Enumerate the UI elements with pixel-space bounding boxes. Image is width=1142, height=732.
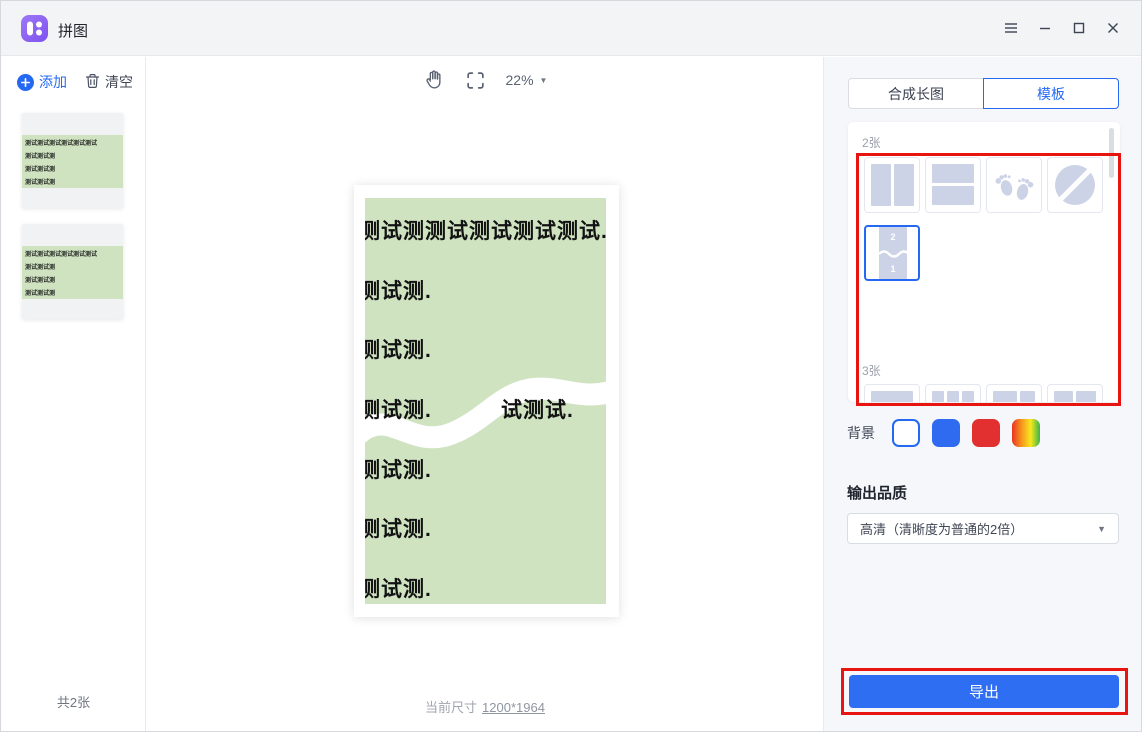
thumb-text-line: 测试测试测 — [25, 262, 55, 271]
background-color-row: 背景 — [847, 419, 1052, 447]
circle-split-icon — [1048, 158, 1102, 212]
quality-dropdown[interactable]: 高清（清晰度为普通的2倍） ▼ — [847, 513, 1119, 544]
canvas-toolbar: 22% ▼ — [147, 69, 823, 91]
app-title: 拼图 — [58, 20, 88, 41]
image-list-sidebar: 添加 清空 测试测试测试测试测试测试 测试测试测 测试测试测 测试测试测 测试测… — [1, 57, 146, 732]
fit-view-button[interactable] — [465, 70, 486, 91]
maximize-button[interactable] — [1065, 14, 1093, 42]
app-logo-icon — [21, 15, 48, 42]
template-3-rows[interactable] — [864, 384, 920, 402]
thumb-text-line: 测试测试测试测试测试测试 — [25, 138, 97, 147]
chevron-down-icon: ▼ — [1097, 524, 1106, 534]
template-slot-number: 2 — [879, 232, 907, 242]
footprints-icon — [987, 158, 1041, 212]
template-list: 2张 — [848, 122, 1120, 402]
group-label-3: 3张 — [862, 362, 881, 379]
template-slot-number: 1 — [879, 264, 907, 274]
maximize-icon — [1071, 20, 1087, 36]
zoom-level-value: 22% — [506, 72, 534, 88]
size-value-link[interactable]: 1200*1964 — [482, 700, 545, 715]
minimize-button[interactable] — [1031, 14, 1059, 42]
app-window: 拼图 添加 — [0, 0, 1142, 732]
preview-image-area: 测试测测试测试测试测试. 测试测. 测试测. 测试测. 测试测. 测试测. 测试… — [365, 198, 606, 604]
template-3-columns[interactable] — [925, 384, 981, 402]
group-label-2: 2张 — [862, 134, 881, 151]
chevron-down-icon: ▼ — [540, 76, 548, 85]
tab-template[interactable]: 模板 — [983, 78, 1119, 109]
template-scrollbar[interactable] — [1109, 128, 1114, 178]
thumb-text-line: 测试测试测 — [25, 177, 55, 186]
thumb-text-line: 测试测试测试测试测试测试 — [25, 249, 97, 258]
thumbnail-1-content: 测试测试测试测试测试测试 测试测试测 测试测试测 测试测试测 — [22, 135, 123, 188]
window-controls — [997, 14, 1127, 42]
bg-color-rainbow[interactable] — [1012, 419, 1040, 447]
template-2-vertical-split[interactable] — [864, 157, 920, 213]
preview-text-line: 测试测. — [365, 275, 432, 305]
add-label: 添加 — [39, 72, 67, 92]
export-button[interactable]: 导出 — [849, 675, 1119, 708]
selected-template-strip: 2 1 — [879, 227, 907, 279]
canvas-statusbar: 当前尺寸 1200*1964 — [147, 697, 823, 716]
preview-text-fragment: 试测试. — [501, 394, 574, 424]
thumb-text-line: 测试测试测 — [25, 164, 55, 173]
quality-heading: 输出品质 — [847, 482, 907, 503]
thumb-text-line: 测试测试测 — [25, 288, 55, 297]
zoom-level-dropdown[interactable]: 22% ▼ — [506, 72, 548, 88]
collage-preview[interactable]: 测试测测试测试测试测试. 测试测. 测试测. 测试测. 测试测. 测试测. 测试… — [354, 185, 619, 617]
bg-color-white-selected[interactable] — [892, 419, 920, 447]
preview-text-line: 测试测. — [365, 394, 432, 424]
template-2-horizontal-split[interactable] — [925, 157, 981, 213]
add-image-button[interactable]: 添加 — [17, 72, 67, 92]
minimize-icon — [1037, 20, 1053, 36]
background-label: 背景 — [847, 423, 875, 443]
thumbnail-image-1[interactable]: 测试测试测试测试测试测试 测试测试测 测试测试测 测试测试测 — [22, 113, 123, 208]
thumb-text-line: 测试测试测 — [25, 151, 55, 160]
canvas-area: 22% ▼ 测试测测试测试测试测试. 测试测. 测试测. 测试测. 测试测. 测… — [147, 57, 823, 732]
preview-text-line: 测试测. — [365, 573, 432, 603]
template-3-mixed-side[interactable] — [1047, 384, 1103, 402]
mode-tabs: 合成长图 模板 — [848, 78, 1119, 109]
titlebar: 拼图 — [1, 1, 1141, 56]
hamburger-icon — [1003, 20, 1019, 36]
size-label: 当前尺寸 — [425, 700, 477, 715]
template-3-mixed-top[interactable] — [986, 384, 1042, 402]
clear-label: 清空 — [105, 72, 133, 92]
template-2-wavy-selected[interactable]: 2 1 — [864, 225, 920, 281]
fit-screen-icon — [465, 70, 486, 91]
pan-tool-button[interactable] — [423, 69, 445, 91]
preview-text-line: 测试测. — [365, 454, 432, 484]
clear-all-button[interactable]: 清空 — [85, 72, 133, 92]
close-icon — [1105, 20, 1121, 36]
template-2-footprints[interactable] — [986, 157, 1042, 213]
preview-text-line: 测试测. — [365, 513, 432, 543]
thumbnail-image-2[interactable]: 测试测试测试测试测试测试 测试测试测 测试测试测 测试测试测 — [22, 224, 123, 319]
trash-icon — [85, 73, 100, 92]
close-button[interactable] — [1099, 14, 1127, 42]
thumbnail-2-content: 测试测试测试测试测试测试 测试测试测 测试测试测 测试测试测 — [22, 246, 123, 299]
thumb-text-line: 测试测试测 — [25, 275, 55, 284]
settings-panel: 合成长图 模板 2张 — [823, 57, 1142, 732]
mini-wave-icon — [879, 247, 907, 261]
quality-value: 高清（清晰度为普通的2倍） — [860, 519, 1023, 538]
image-count-label: 共2张 — [1, 692, 146, 711]
preview-text-line: 测试测测试测试测试测试. — [365, 215, 606, 245]
menu-button[interactable] — [997, 14, 1025, 42]
tab-long-image[interactable]: 合成长图 — [848, 78, 984, 109]
bg-color-red[interactable] — [972, 419, 1000, 447]
plus-icon — [17, 74, 34, 91]
bg-color-blue[interactable] — [932, 419, 960, 447]
template-2-circle-diagonal[interactable] — [1047, 157, 1103, 213]
preview-text-line: 测试测. — [365, 334, 432, 364]
hand-icon — [423, 69, 445, 91]
